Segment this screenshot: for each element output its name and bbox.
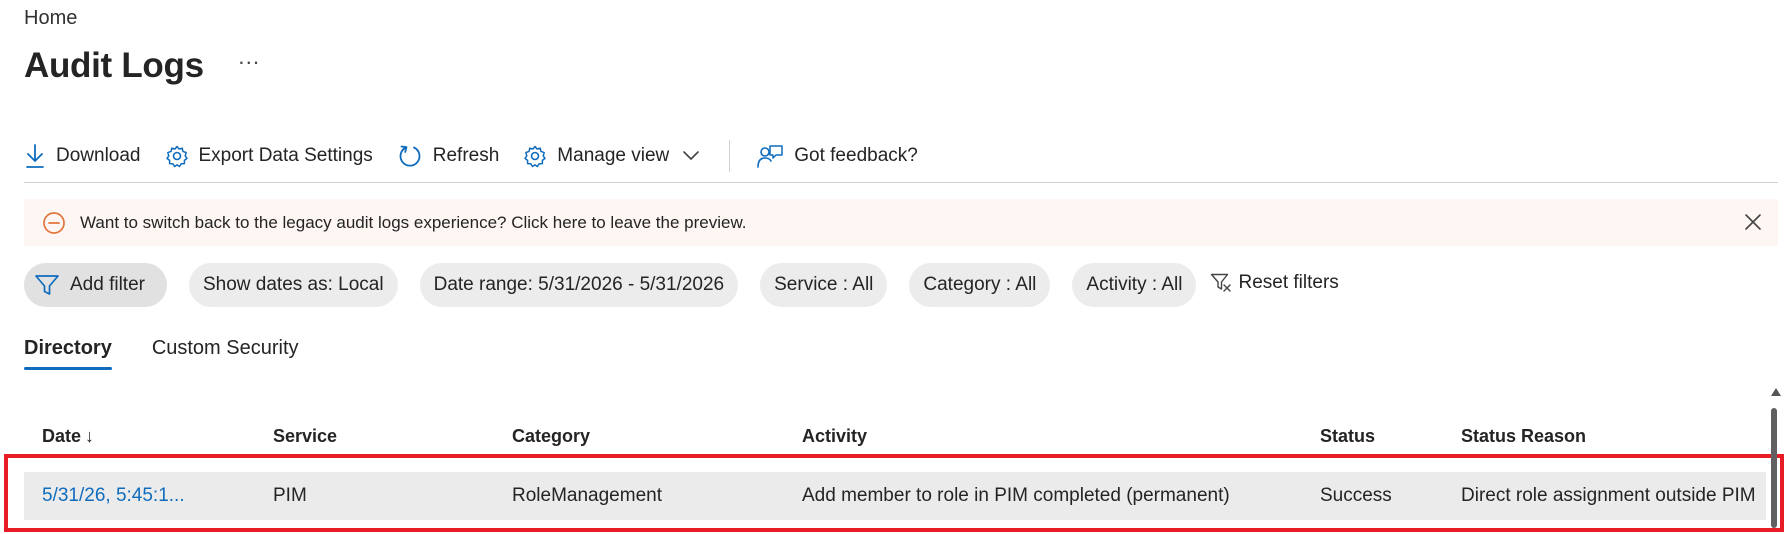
activity-filter[interactable]: Activity : All xyxy=(1072,263,1197,307)
manage-view-button[interactable]: Manage view xyxy=(523,144,701,168)
tab-directory[interactable]: Directory xyxy=(24,337,112,370)
feedback-button[interactable]: Got feedback? xyxy=(756,143,918,169)
column-header-category[interactable]: Category xyxy=(512,426,590,447)
row-status-reason: Direct role assignment outside PIM xyxy=(1461,485,1756,506)
date-range-filter[interactable]: Date range: 5/31/2026 - 5/31/2026 xyxy=(419,263,739,307)
filter-clear-icon xyxy=(1211,273,1232,292)
refresh-label: Refresh xyxy=(432,145,500,166)
row-category: RoleManagement xyxy=(512,485,662,506)
add-filter-label: Add filter xyxy=(70,274,145,295)
feedback-icon xyxy=(757,145,783,168)
show-dates-filter[interactable]: Show dates as: Local xyxy=(188,263,398,307)
add-filter-button[interactable]: Add filter xyxy=(24,263,167,307)
export-data-settings-label: Export Data Settings xyxy=(198,145,373,166)
column-header-status[interactable]: Status xyxy=(1320,426,1375,447)
toolbar-separator xyxy=(729,140,731,172)
download-icon xyxy=(26,144,44,168)
row-service: PIM xyxy=(273,485,307,506)
tab-custom-security[interactable]: Custom Security xyxy=(152,337,299,370)
reset-filters-label: Reset filters xyxy=(1238,272,1339,293)
toolbar: Download Export Data Settings Refresh Ma… xyxy=(24,138,942,174)
refresh-button[interactable]: Refresh xyxy=(397,143,500,169)
download-button[interactable]: Download xyxy=(24,143,141,169)
tab-list: Directory Custom Security xyxy=(24,337,339,370)
sort-descending-icon: ↓ xyxy=(85,426,95,446)
column-header-service[interactable]: Service xyxy=(273,426,337,447)
service-filter[interactable]: Service : All xyxy=(760,263,888,307)
download-label: Download xyxy=(56,145,141,166)
column-header-label: Date xyxy=(42,426,82,446)
page-title: Audit Logs xyxy=(24,46,204,85)
filter-icon xyxy=(35,275,59,295)
title-row: Audit Logs ··· xyxy=(24,46,260,86)
feedback-label: Got feedback? xyxy=(794,145,918,166)
export-data-settings-button[interactable]: Export Data Settings xyxy=(165,144,373,168)
breadcrumb[interactable]: Home xyxy=(24,7,77,30)
category-filter[interactable]: Category : All xyxy=(909,263,1051,307)
chevron-down-icon xyxy=(683,151,700,160)
filter-bar: Add filter Show dates as: Local Date ran… xyxy=(24,263,1339,307)
toolbar-divider xyxy=(24,182,1778,183)
table-header: Date ↓ Service Category Activity Status S… xyxy=(0,426,1786,452)
row-status: Success xyxy=(1320,485,1392,506)
refresh-icon xyxy=(399,145,421,167)
reset-filters-button[interactable]: Reset filters xyxy=(1210,272,1339,294)
gear-icon xyxy=(524,145,547,168)
column-header-date[interactable]: Date ↓ xyxy=(42,426,94,447)
column-header-activity[interactable]: Activity xyxy=(802,426,867,447)
manage-view-label: Manage view xyxy=(557,145,670,166)
table-row[interactable]: 5/31/26, 5:45:1... PIM RoleManagement Ad… xyxy=(24,472,1766,520)
gear-icon xyxy=(165,145,188,168)
banner-link[interactable]: Want to switch back to the legacy audit … xyxy=(80,213,747,233)
more-options-button[interactable]: ··· xyxy=(238,51,260,73)
close-icon[interactable] xyxy=(1744,213,1762,231)
row-date-link[interactable]: 5/31/26, 5:45:1... xyxy=(42,485,185,507)
warning-icon xyxy=(42,211,66,235)
column-header-status-reason[interactable]: Status Reason xyxy=(1461,426,1586,447)
legacy-preview-banner: Want to switch back to the legacy audit … xyxy=(24,199,1778,246)
row-activity: Add member to role in PIM completed (per… xyxy=(802,485,1230,506)
vertical-scrollbar-thumb[interactable] xyxy=(1771,408,1777,528)
scroll-up-arrow-icon[interactable] xyxy=(1771,388,1781,396)
